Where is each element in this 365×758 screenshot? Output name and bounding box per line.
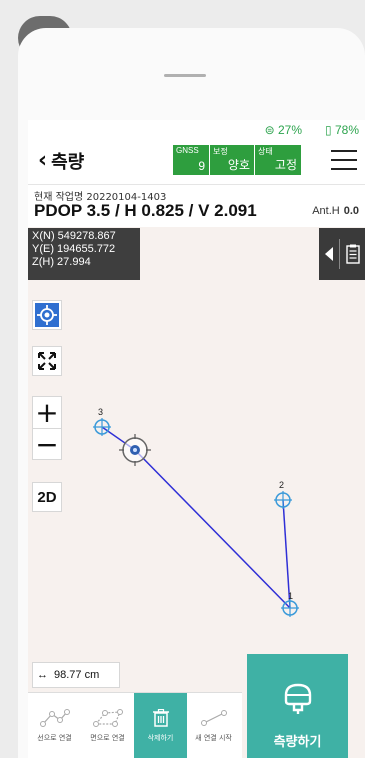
battery-indicator: ▯ 78% xyxy=(325,123,359,137)
gnss-receiver-icon xyxy=(284,683,311,714)
connect-line-button[interactable]: 선으로 연결 xyxy=(28,693,81,758)
trash-icon xyxy=(152,709,169,727)
battery-icon: ▯ xyxy=(325,123,332,137)
locate-button[interactable] xyxy=(32,300,62,330)
chevron-left-icon: ‹ xyxy=(38,148,48,173)
polygon-icon xyxy=(92,709,123,727)
view-mode-button[interactable]: 2D xyxy=(32,482,62,512)
signal-icon: ⊜ xyxy=(264,123,275,137)
measure-label: 측량하기 xyxy=(273,735,322,750)
phone-speaker xyxy=(164,74,206,77)
signal-indicator: ⊜ 27% xyxy=(264,123,302,137)
gnss-status-panel: GNSS 9 보정 양호 상태 고정 xyxy=(173,145,301,175)
zoom-controls: + − xyxy=(32,396,62,460)
app-header: ‹ 측량 GNSS 9 보정 양호 상태 고정 xyxy=(28,140,365,184)
scale-arrow-icon: ↔ xyxy=(37,669,48,681)
fit-extent-button[interactable] xyxy=(32,346,62,376)
measure-button[interactable]: 측량하기 xyxy=(247,654,348,758)
hamburger-icon xyxy=(331,150,357,152)
side-panel-toggle[interactable] xyxy=(319,228,365,280)
new-line-icon xyxy=(200,710,227,726)
point-label-2: 2 xyxy=(279,480,284,490)
page-title: 측량 xyxy=(51,152,85,173)
zoom-out-button[interactable]: − xyxy=(33,429,61,460)
caret-left-icon xyxy=(325,247,333,261)
zoom-in-button[interactable]: + xyxy=(33,397,61,428)
height-value: Z(H) 27.994 xyxy=(32,256,91,268)
coordinate-readout: X(N) 549278.867 Y(E) 194655.772 Z(H) 27.… xyxy=(28,228,140,280)
gnss-count-cell: GNSS 9 xyxy=(173,145,209,175)
delete-button[interactable]: 삭제하기 xyxy=(134,693,187,758)
bottom-toolbar: 선으로 연결 면으로 연결 삭제하기 새 연결 시작 xyxy=(28,692,242,758)
clipboard-list-icon xyxy=(346,244,360,264)
northing-value: X(N) 549278.867 xyxy=(32,230,116,242)
survey-point-2[interactable] xyxy=(274,491,292,509)
fix-state-cell: 상태 고정 xyxy=(255,145,301,175)
scale-bar: ↔ 98.77 cm xyxy=(32,662,120,688)
new-connection-button[interactable]: 새 연결 시작 xyxy=(187,693,240,758)
point-label-1: 1 xyxy=(288,591,293,601)
easting-value: Y(E) 194655.772 xyxy=(32,243,116,255)
status-bar: ⊜ 27% ▯ 78% xyxy=(28,120,365,140)
connect-polygon-button[interactable]: 면으로 연결 xyxy=(81,693,134,758)
app-screen: 3 2 1 ⊜ 27% ▯ 78% ‹ 측량 GNSS 9 보정 양호 상태 고… xyxy=(28,120,365,758)
job-info-bar: 현재 작업명 20220104-1403 PDOP 3.5 / H 0.825 … xyxy=(28,184,365,227)
survey-point-3[interactable] xyxy=(93,418,111,436)
phone-frame: 3 2 1 ⊜ 27% ▯ 78% ‹ 측량 GNSS 9 보정 양호 상태 고… xyxy=(18,28,365,758)
scale-value: 98.77 cm xyxy=(54,669,100,681)
polyline-icon xyxy=(39,709,70,727)
antenna-height[interactable]: Ant.H 0.0 xyxy=(312,205,359,217)
point-label-3: 3 xyxy=(98,407,103,417)
dop-readout: PDOP 3.5 / H 0.825 / V 2.091 xyxy=(34,201,257,220)
menu-button[interactable] xyxy=(331,150,357,177)
expand-arrows-icon xyxy=(38,352,56,370)
back-button[interactable]: ‹ 측량 xyxy=(38,148,84,174)
crosshair-target-icon xyxy=(35,303,59,327)
survey-line-current-to-1 xyxy=(134,449,291,609)
correction-cell: 보정 양호 xyxy=(210,145,254,175)
view-mode-label: 2D xyxy=(37,488,57,506)
